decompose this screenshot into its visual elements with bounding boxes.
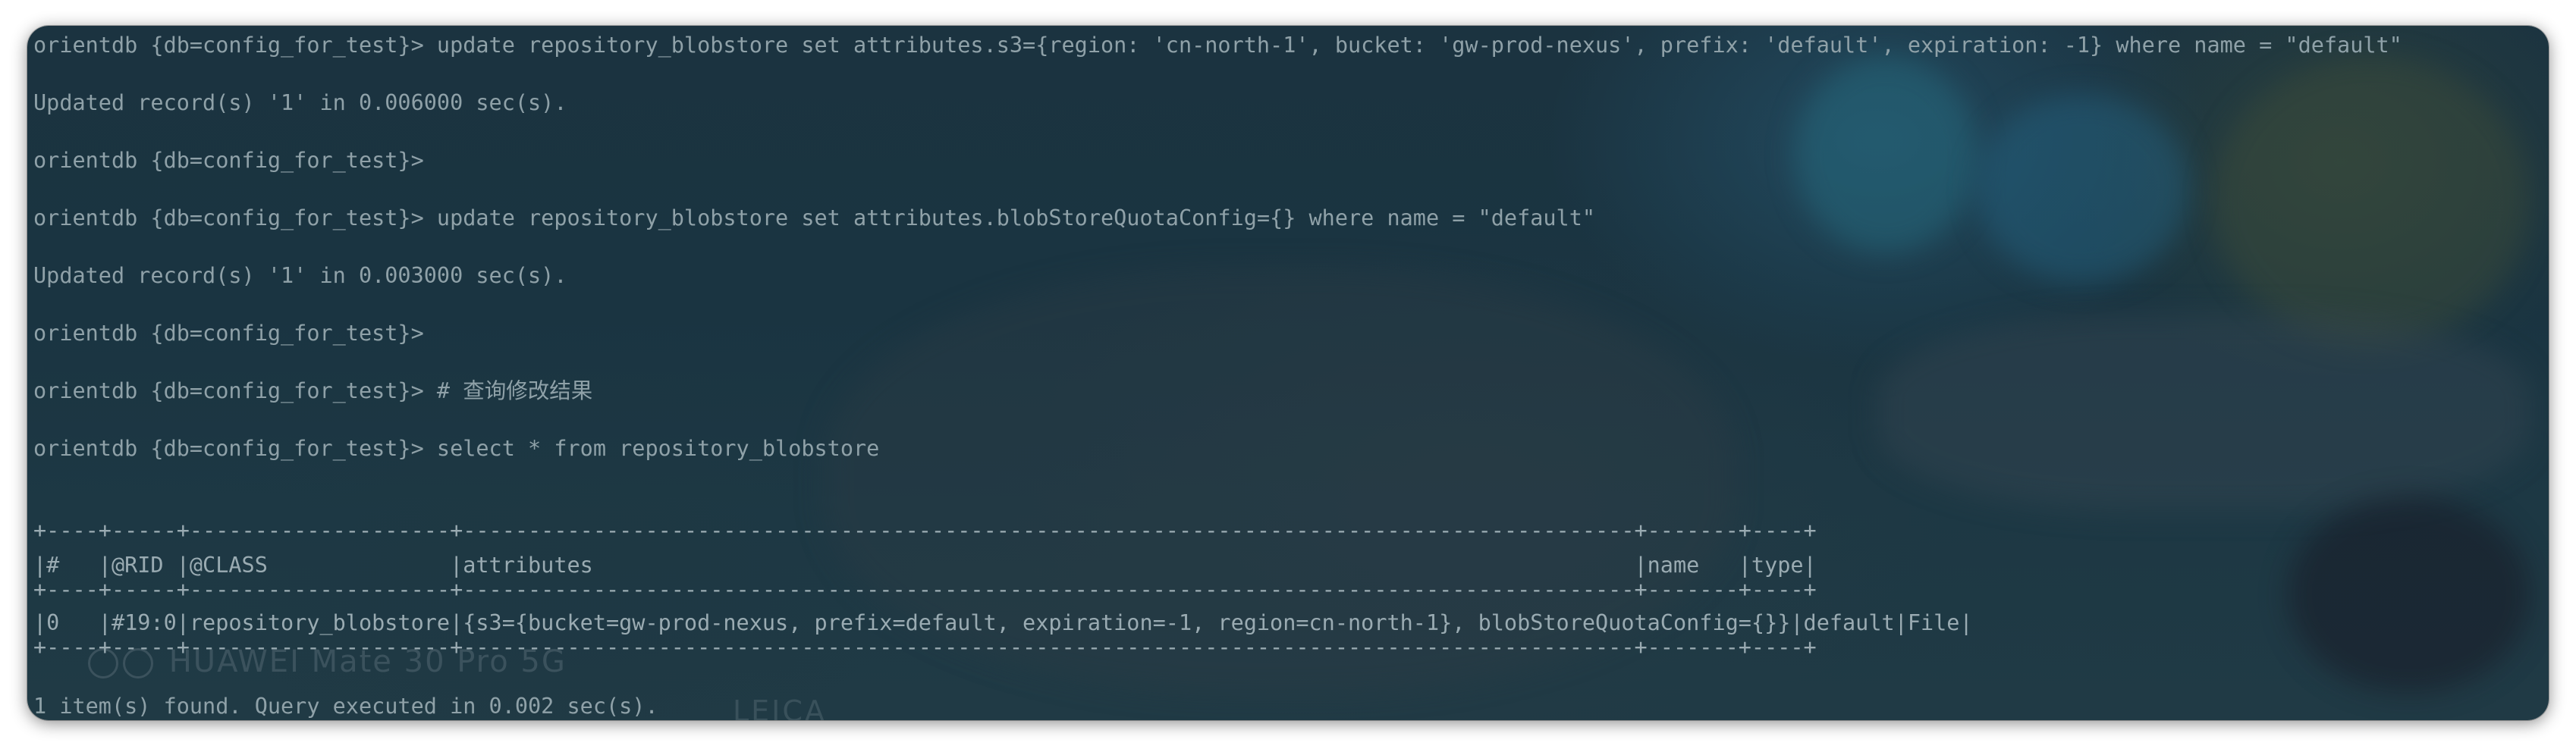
prompt-line: orientdb {db=config_for_test}>: [33, 321, 424, 346]
command-line: orientdb {db=config_for_test}> update re…: [33, 205, 1596, 230]
output-line: Updated record(s) '1' in 0.006000 sec(s)…: [33, 90, 567, 115]
table-border: +----+-----+--------------------+-------…: [33, 635, 1817, 660]
table-border: +----+-----+--------------------+-------…: [33, 577, 1817, 602]
comment-line: orientdb {db=config_for_test}> # 查询修改结果: [33, 378, 593, 403]
terminal-output[interactable]: orientdb {db=config_for_test}> update re…: [33, 26, 2549, 720]
terminal-window[interactable]: HUAWEI Mate 30 Pro 5G LEICA orientdb {db…: [27, 26, 2549, 720]
prompt-line: orientdb {db=config_for_test}>: [33, 148, 424, 173]
table-header: |# |@RID |@CLASS |attributes |name |type…: [33, 553, 1817, 578]
table-border: +----+-----+--------------------+-------…: [33, 518, 1817, 543]
command-line: orientdb {db=config_for_test}> select * …: [33, 436, 880, 461]
table-row: |0 |#19:0|repository_blobstore|{s3={buck…: [33, 610, 1973, 635]
output-line: Updated record(s) '1' in 0.003000 sec(s)…: [33, 263, 567, 288]
query-result-footer: 1 item(s) found. Query executed in 0.002…: [33, 694, 658, 719]
command-line: orientdb {db=config_for_test}> update re…: [33, 33, 2402, 58]
